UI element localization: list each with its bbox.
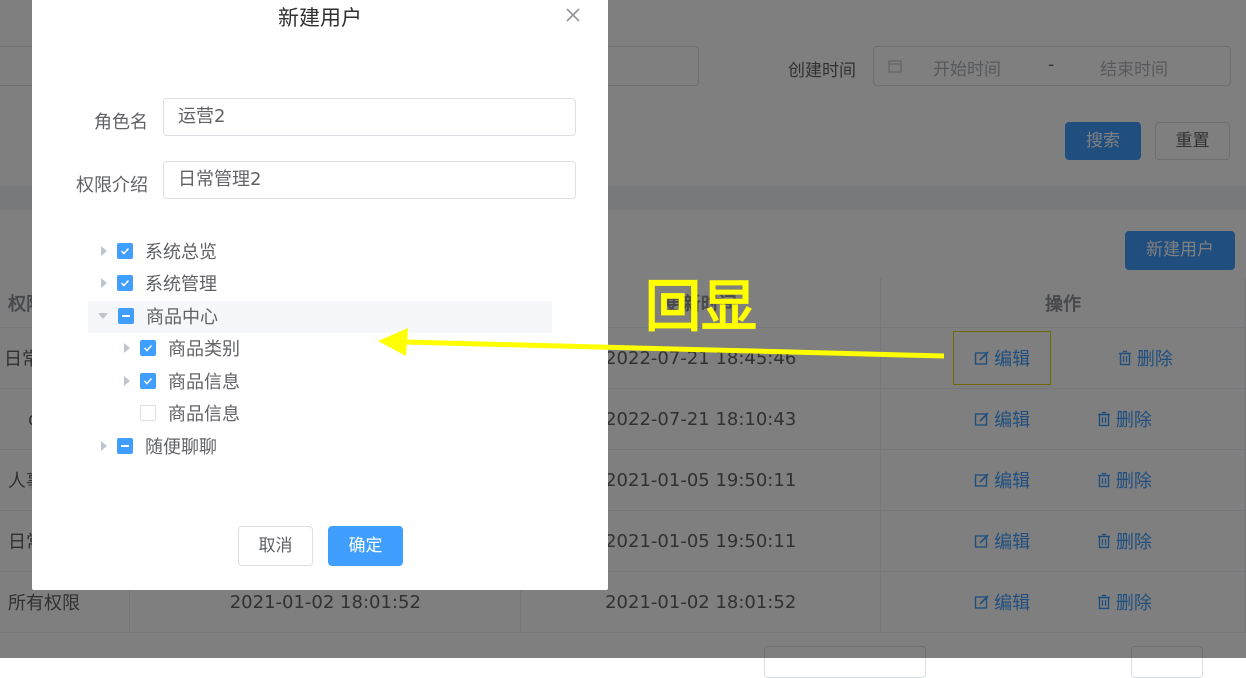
annotation-arrow-icon bbox=[378, 328, 945, 359]
